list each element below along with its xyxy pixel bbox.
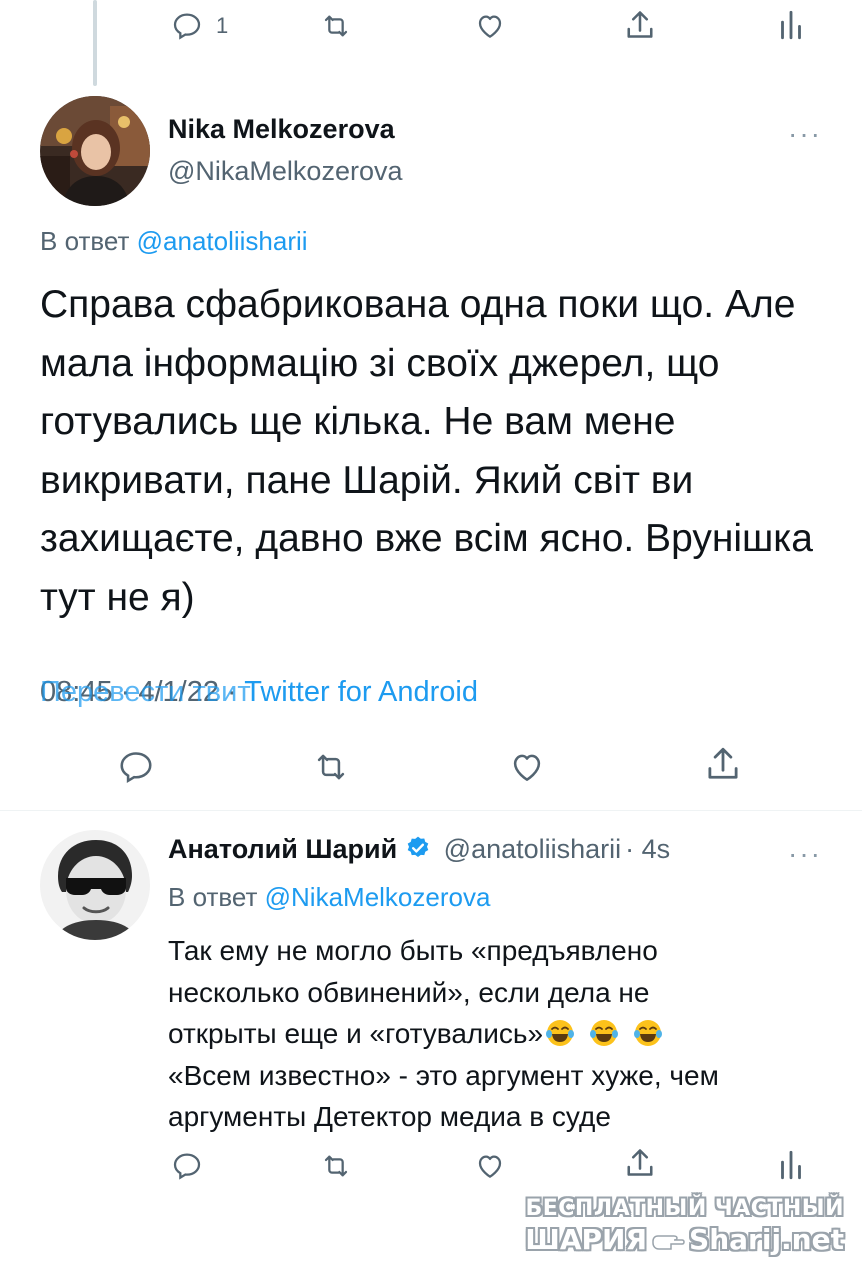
laughing-emoji-icon [589,1018,619,1048]
reply-icon [170,1150,204,1182]
reply-line: «Всем известно» - это аргумент хуже, чем [168,1059,719,1091]
reply-author-handle[interactable]: @anatoliisharii [444,834,622,864]
reply-author-name[interactable]: Анатолий Шарий [168,834,397,864]
reply-author-avatar[interactable] [40,830,150,940]
more-options-button[interactable]: ··· [788,120,822,148]
retweet-action[interactable] [318,10,354,42]
share-icon [702,744,744,786]
reply-reply-action[interactable] [170,1150,204,1182]
verified-icon [405,835,431,866]
author-avatar[interactable] [40,96,150,206]
analytics-action[interactable] [776,8,806,42]
laughing-emoji-icon [545,1018,575,1048]
reply-mention-link[interactable]: @NikaMelkozerova [265,882,491,912]
share-icon [622,1146,658,1182]
main-like-action[interactable] [506,748,548,786]
author-handle[interactable]: @NikaMelkozerova [168,156,402,187]
watermark-right: Sharij.net [689,1223,844,1256]
retweet-icon [318,10,354,42]
watermark: БЕСПЛАТНЫЙ ЧАСТНЫЙ ШАРИЯ Sharij.net [525,1196,844,1258]
main-reply-action[interactable] [116,748,156,786]
like-action[interactable] [472,10,508,42]
reply-line: аргументы Детектор медиа в суде [168,1101,611,1132]
pointing-hand-icon [651,1225,685,1258]
tweet-divider [0,810,862,811]
reply-text: Так ему не могло быть «предъявлено неско… [168,930,838,1138]
reply-prefix: В ответ [168,882,258,912]
retweet-icon [318,1150,354,1182]
like-icon [506,748,548,786]
reply-like-action[interactable] [472,1150,508,1182]
reply-line: несколько обвинений», если дела не [168,976,650,1008]
reply-action[interactable]: 1 [170,10,228,42]
like-icon [472,1150,508,1182]
tweet-text: Справа сфабрикована одна поки що. Але ма… [40,283,813,619]
reply-mention-link[interactable]: @anatoliisharii [137,226,308,256]
share-icon [622,8,658,44]
avatar-photo [40,830,150,940]
reply-header: Анатолий Шарий @anatoliisharii · 4s [168,834,670,866]
reply-age[interactable]: · 4s [625,834,670,864]
thread-connector-line [93,0,97,86]
main-share-action[interactable] [702,744,744,786]
reply-line: Так ему не могло быть «предъявлено [168,935,658,966]
reply-more-options-button[interactable]: ··· [788,840,822,868]
main-retweet-action[interactable] [310,748,352,786]
translate-tweet-link[interactable]: Перевести твит [40,676,251,709]
reply-analytics-action[interactable] [776,1148,806,1182]
analytics-icon [776,8,806,42]
like-icon [472,10,508,42]
watermark-line2: ШАРИЯ Sharij.net [525,1223,844,1258]
tweet-source-link[interactable]: Twitter for Android [244,676,478,708]
reply-prefix: В ответ [40,226,130,256]
reply-count: 1 [216,13,229,38]
retweet-icon [310,748,352,786]
reply-context: В ответ @anatoliisharii [40,226,308,257]
avatar-photo [40,96,150,206]
watermark-line1: БЕСПЛАТНЫЙ ЧАСТНЫЙ [525,1196,844,1221]
reply-share-action[interactable] [622,1146,658,1182]
watermark-left: ШАРИЯ [525,1223,648,1256]
analytics-icon [776,1148,806,1182]
author-name[interactable]: Nika Melkozerova [168,114,395,145]
reply-icon [170,10,204,42]
reply-line: открыты еще и «готувались» [168,1018,544,1049]
reply-reply-context: В ответ @NikaMelkozerova [168,882,490,913]
reply-line-with-emoji: открыты еще и «готувались» [168,1013,838,1055]
reply-icon [116,748,156,786]
tweet-meta: 08:45 · 4/1/22 Перевести твит · Twitter … [40,676,478,709]
share-action[interactable] [622,8,658,44]
reply-retweet-action[interactable] [318,1150,354,1182]
laughing-emoji-icon [633,1018,663,1048]
